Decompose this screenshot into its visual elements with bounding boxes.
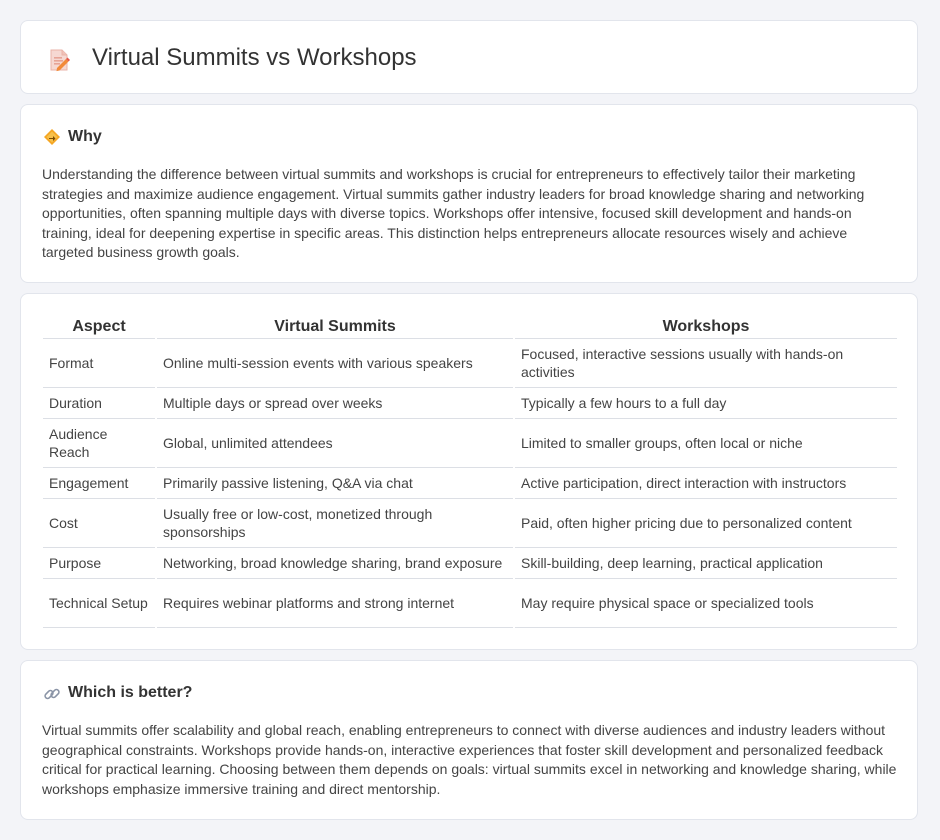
workshops-cell: Typically a few hours to a full day	[515, 388, 897, 419]
column-header-virtual-summits: Virtual Summits	[157, 316, 513, 339]
workshops-cell: Paid, often higher pricing due to person…	[515, 499, 897, 548]
table-row: Format Online multi-session events with …	[43, 339, 897, 388]
aspect-cell: Duration	[43, 388, 155, 419]
why-section: Why Understanding the difference between…	[20, 104, 918, 283]
workshops-cell: Limited to smaller groups, often local o…	[515, 419, 897, 468]
virtual-summits-cell: Multiple days or spread over weeks	[157, 388, 513, 419]
virtual-summits-cell: Global, unlimited attendees	[157, 419, 513, 468]
diamond-sign-icon	[44, 129, 60, 145]
why-paragraph: Understanding the difference between vir…	[42, 166, 865, 260]
why-heading: Why	[68, 128, 102, 145]
table-row: Engagement Primarily passive listening, …	[43, 468, 897, 499]
which-is-better-paragraph: Virtual summits offer scalability and gl…	[42, 722, 897, 797]
aspect-cell: Audience Reach	[43, 419, 155, 468]
table-row: Cost Usually free or low-cost, monetized…	[43, 499, 897, 548]
header-card: Virtual Summits vs Workshops	[20, 20, 918, 94]
aspect-cell: Format	[43, 339, 155, 388]
table-header-row: Aspect Virtual Summits Workshops	[43, 316, 897, 339]
workshops-cell: Focused, interactive sessions usually wi…	[515, 339, 897, 388]
page-title: Virtual Summits vs Workshops	[92, 44, 417, 71]
table-row: Audience Reach Global, unlimited attende…	[43, 419, 897, 468]
aspect-cell: Cost	[43, 499, 155, 548]
aspect-cell: Technical Setup	[43, 579, 155, 628]
document-pencil-icon	[50, 49, 70, 72]
column-header-workshops: Workshops	[515, 316, 897, 339]
table-row: Duration Multiple days or spread over we…	[43, 388, 897, 419]
which-is-better-heading: Which is better?	[68, 684, 193, 701]
comparison-table: Aspect Virtual Summits Workshops Format …	[41, 316, 899, 628]
link-icon	[44, 688, 60, 700]
comparison-section: Aspect Virtual Summits Workshops Format …	[20, 293, 918, 650]
workshops-cell: Skill-building, deep learning, practical…	[515, 548, 897, 579]
virtual-summits-cell: Primarily passive listening, Q&A via cha…	[157, 468, 513, 499]
column-header-aspect: Aspect	[43, 316, 155, 339]
table-row: Purpose Networking, broad knowledge shar…	[43, 548, 897, 579]
table-row: Technical Setup Requires webinar platfor…	[43, 579, 897, 628]
workshops-cell: May require physical space or specialize…	[515, 579, 897, 628]
aspect-cell: Engagement	[43, 468, 155, 499]
aspect-cell: Purpose	[43, 548, 155, 579]
virtual-summits-cell: Online multi-session events with various…	[157, 339, 513, 388]
virtual-summits-cell: Requires webinar platforms and strong in…	[157, 579, 513, 628]
virtual-summits-cell: Usually free or low-cost, monetized thro…	[157, 499, 513, 548]
which-is-better-section: Which is better? Virtual summits offer s…	[20, 660, 918, 820]
workshops-cell: Active participation, direct interaction…	[515, 468, 897, 499]
virtual-summits-cell: Networking, broad knowledge sharing, bra…	[157, 548, 513, 579]
